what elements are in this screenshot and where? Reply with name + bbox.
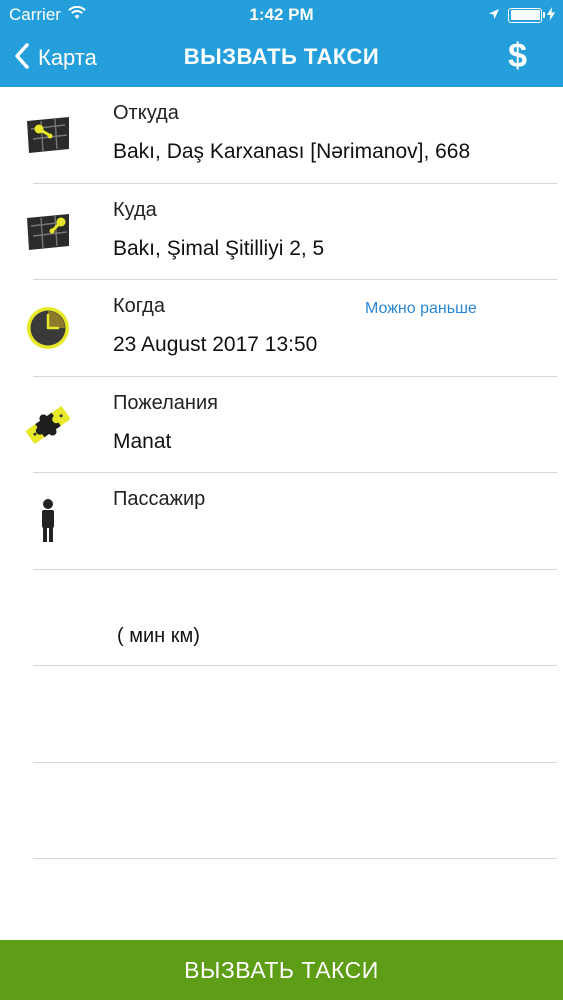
- status-bar: Carrier 1:42 PM: [0, 0, 563, 30]
- map-pin-icon: [22, 206, 74, 258]
- battery-icon: [508, 7, 542, 23]
- passenger-row[interactable]: Пассажир: [0, 473, 563, 570]
- route-info-row: ( мин км): [0, 570, 563, 666]
- when-row[interactable]: Когда Можно раньше 23 August 2017 13:50: [0, 280, 563, 377]
- app-screen: Carrier 1:42 PM Карта ВЫЗВАТЬ ТАКСИ $ От…: [0, 0, 563, 1000]
- status-right: [488, 5, 555, 25]
- to-row[interactable]: Куда Bakı, Şimal Şitilliyi 2, 5: [0, 184, 563, 280]
- nav-bar: Карта ВЫЗВАТЬ ТАКСИ $: [0, 30, 563, 87]
- passenger-label: Пассажир: [113, 488, 206, 510]
- page-title: ВЫЗВАТЬ ТАКСИ: [183, 44, 380, 69]
- location-arrow-icon: [488, 5, 500, 25]
- person-icon: [22, 495, 74, 547]
- wishes-row[interactable]: Пожелания Manat: [0, 377, 563, 473]
- empty-row: [0, 666, 563, 763]
- from-row[interactable]: Откуда Bakı, Daş Karxanası [Nərimanov], …: [0, 87, 563, 184]
- from-value: Bakı, Daş Karxanası [Nərimanov], 668: [113, 140, 471, 163]
- route-estimate: ( мин км): [117, 624, 200, 647]
- to-value: Bakı, Şimal Şitilliyi 2, 5: [113, 236, 325, 260]
- divider: [33, 858, 557, 859]
- puzzle-icon: [22, 399, 74, 451]
- clock-icon: [22, 302, 74, 354]
- header: Carrier 1:42 PM Карта ВЫЗВАТЬ ТАКСИ $: [0, 0, 563, 87]
- wishes-value: Manat: [113, 429, 172, 453]
- when-label: Когда: [113, 295, 165, 317]
- when-value: 23 August 2017 13:50: [113, 333, 318, 356]
- charging-icon: [547, 6, 555, 24]
- empty-row: [0, 763, 563, 859]
- from-label: Откуда: [113, 102, 179, 124]
- battery-tip: [543, 12, 545, 18]
- status-time: 1:42 PM: [249, 5, 314, 24]
- earlier-link[interactable]: Можно раньше: [365, 300, 477, 318]
- order-form: Откуда Bakı, Daş Karxanası [Nərimanov], …: [0, 87, 563, 859]
- map-pin-icon: [22, 109, 74, 161]
- to-label: Куда: [113, 198, 157, 221]
- call-taxi-button[interactable]: ВЫЗВАТЬ ТАКСИ: [0, 940, 563, 1000]
- wishes-label: Пожелания: [113, 391, 218, 414]
- tariff-button[interactable]: $: [508, 37, 527, 76]
